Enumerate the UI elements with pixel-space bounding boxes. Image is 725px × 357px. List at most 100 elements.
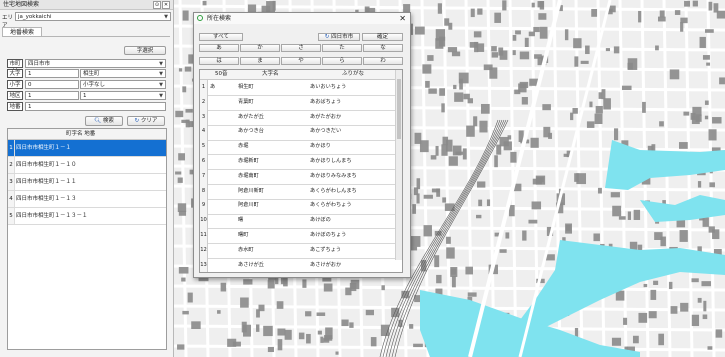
vertical-scrollbar[interactable] [395, 70, 402, 260]
oaza-code-field[interactable]: 1 [25, 69, 79, 78]
kana-button-ka[interactable]: か [240, 44, 280, 52]
all-button[interactable]: すべて [199, 33, 243, 41]
pin-icon[interactable]: ⊙ [153, 1, 161, 9]
district-code-field[interactable]: 1 [25, 91, 79, 100]
scroll-thumb[interactable] [397, 79, 401, 139]
row-furigana: あけぼの [310, 217, 331, 224]
table-row[interactable]: 11 曙町 あけぼのちょう [200, 228, 397, 245]
koaza-code-field[interactable]: 0 [25, 80, 79, 89]
grid-header: 50音 大字名 ふりがな [200, 70, 397, 80]
kana-button-ma[interactable]: ま [240, 57, 280, 65]
search-panel: 住宅地図検索 ⊙ ✕ エリア ja_yokkaichi ▼ 地番検索 字選択 市… [0, 0, 174, 357]
location-search-dialog: 所在検索 ✕ すべて ↻ 四日市市 確定 あ か さ た な は ま や ら わ… [193, 12, 411, 278]
table-row[interactable]: 2 青葉町 あおばちょう [200, 94, 397, 111]
oaza-label: 大字 [7, 69, 23, 78]
all-label: すべて [213, 34, 229, 40]
row-furigana: あこずちょう [310, 246, 342, 253]
koaza-label: 小字 [7, 80, 23, 89]
row-number: 11 [200, 228, 208, 243]
row-oaza-name: 赤堀新町 [238, 158, 259, 164]
list-item[interactable]: 2 四日市市相生町１－１０ [8, 157, 166, 174]
row-furigana: あがたがおか [310, 113, 342, 120]
kana-button-sa[interactable]: さ [281, 44, 321, 52]
kana-button-a[interactable]: あ [199, 44, 239, 52]
char-select-label: 字選択 [136, 48, 154, 54]
row-number: 6 [200, 154, 208, 169]
panel-titlebar: 住宅地図検索 ⊙ ✕ [0, 0, 173, 10]
table-row[interactable]: 4 あかつき台 あかつきだい [200, 124, 397, 141]
kana-button-na[interactable]: な [363, 44, 403, 52]
city-select[interactable]: 四日市市 ▼ [25, 59, 166, 68]
kana-button-wa[interactable]: わ [363, 57, 403, 65]
list-item[interactable]: 5 四日市市相生町１－１３－１ [8, 208, 166, 225]
oaza-select[interactable]: 相生町 ▼ [80, 69, 166, 78]
list-item[interactable]: 1 四日市市相生町１－１ [8, 140, 166, 157]
row-oaza-name: 赤水町 [238, 246, 254, 253]
row-oaza-name: 曙町 [238, 232, 249, 238]
confirm-button[interactable]: 確定 [362, 33, 403, 41]
row-number: 2 [8, 157, 15, 173]
district-select[interactable]: 1 ▼ [80, 91, 166, 100]
row-furigana: あかほりみなみまち [310, 172, 357, 179]
row-number: 1 [200, 80, 208, 95]
list-item[interactable]: 4 四日市市相生町１－１３ [8, 191, 166, 208]
result-text: 四日市市相生町１－１３－１ [16, 213, 88, 219]
search-label: 検索 [102, 118, 114, 124]
row-furigana: あけぼのちょう [310, 232, 347, 238]
table-row[interactable]: 10 曙 あけぼの [200, 213, 397, 230]
row-oaza-name: 相生町 [238, 84, 254, 90]
list-item[interactable]: 3 四日市市相生町１－１１ [8, 174, 166, 191]
oaza-grid: 50音 大字名 ふりがな 1 あ 相生町 あいおいちょう 2 青葉町 あおばちょう 3 あがたが… [199, 69, 403, 273]
table-row[interactable]: 12 赤水町 あこずちょう [200, 242, 397, 259]
row-oaza-name: 赤堀 [238, 143, 249, 150]
row-furigana: あくらがわしんまち [310, 187, 357, 194]
char-select-button[interactable]: 字選択 [124, 46, 166, 55]
table-row[interactable]: 9 阿倉川町 あくらがわちょう [200, 198, 397, 215]
city-label: 四日市市 [331, 34, 354, 40]
city-value: 四日市市 [28, 61, 51, 67]
table-row[interactable]: 13 あさけが丘 あさけがおか [200, 257, 397, 272]
refresh-icon: ↻ [134, 118, 140, 124]
area-select[interactable]: ja_yokkaichi ▼ [15, 12, 171, 21]
table-row[interactable]: 3 あがたが丘 あがたがおか [200, 109, 397, 126]
lot-number-field[interactable]: 1 [25, 102, 166, 111]
search-icon: 🔍︎ [94, 118, 102, 124]
row-oaza-name: 赤堀南町 [238, 172, 259, 179]
kana-button-ra[interactable]: ら [322, 57, 362, 65]
chevron-down-icon: ▼ [159, 82, 163, 88]
header-oaza-name: 大字名 [262, 71, 279, 77]
koaza-select[interactable]: 小字なし ▼ [80, 80, 166, 89]
close-icon[interactable]: ✕ [162, 1, 170, 9]
city-button[interactable]: ↻ 四日市市 [318, 33, 360, 41]
row-oaza-name: 青葉町 [238, 98, 254, 105]
table-row[interactable]: 8 阿倉川新町 あくらがわしんまち [200, 183, 397, 200]
chevron-down-icon: ▼ [159, 61, 163, 67]
table-row[interactable]: 6 赤堀新町 あかほりしんまち [200, 154, 397, 171]
row-oaza-name: あがたが丘 [238, 113, 264, 120]
dialog-titlebar[interactable]: 所在検索 ✕ [194, 13, 410, 24]
row-number: 9 [200, 198, 208, 214]
row-oaza-name: あかつき台 [238, 128, 264, 135]
table-row[interactable]: 5 赤堀 あかほり [200, 139, 397, 156]
lot-label: 地番 [7, 102, 23, 111]
koaza-name: 小字なし [83, 82, 106, 88]
row-number: 3 [200, 109, 208, 125]
table-row[interactable]: 1 あ 相生町 あいおいちょう [200, 80, 397, 97]
row-furigana: あかほり [310, 143, 331, 150]
search-icon [197, 15, 203, 21]
result-text: 四日市市相生町１－１１ [16, 179, 77, 185]
kana-button-ya[interactable]: や [281, 57, 321, 65]
header-50on: 50音 [215, 71, 228, 77]
clear-button[interactable]: ↻ クリア [127, 116, 165, 126]
table-row[interactable]: 7 赤堀南町 あかほりみなみまち [200, 168, 397, 185]
search-button[interactable]: 🔍︎ 検索 [85, 116, 123, 126]
chevron-down-icon: ▼ [159, 71, 163, 77]
kana-button-ha[interactable]: は [199, 57, 239, 65]
kana-button-ta[interactable]: た [322, 44, 362, 52]
oaza-name: 相生町 [83, 71, 100, 77]
close-icon[interactable]: ✕ [399, 13, 406, 24]
row-number: 4 [8, 191, 15, 207]
row-number: 4 [200, 124, 208, 140]
dialog-title: 所在検索 [207, 15, 232, 22]
row-furigana: あかほりしんまち [310, 158, 352, 164]
